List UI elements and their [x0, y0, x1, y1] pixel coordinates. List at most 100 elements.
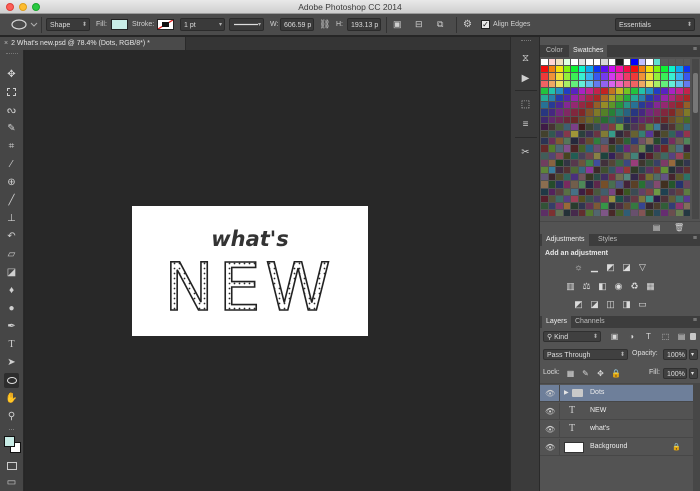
swatch[interactable]: [623, 131, 630, 138]
panel-menu-icon[interactable]: ≡: [693, 235, 697, 242]
swatch[interactable]: [623, 66, 630, 73]
swatch[interactable]: [668, 66, 675, 73]
swatch[interactable]: [578, 109, 585, 116]
swatch[interactable]: [676, 145, 683, 152]
swatch[interactable]: [631, 159, 638, 166]
screen-mode-icon[interactable]: ▭: [4, 475, 19, 490]
move-icon[interactable]: ✥: [4, 67, 19, 82]
swatch[interactable]: [563, 73, 570, 80]
gradient-icon[interactable]: ◪: [4, 265, 19, 280]
document-artboard[interactable]: what's NEW: [132, 206, 368, 336]
swatch[interactable]: [578, 102, 585, 109]
stroke-width-field[interactable]: 1 pt ▾: [180, 18, 225, 31]
swatch[interactable]: [661, 203, 668, 210]
swatch[interactable]: [548, 102, 555, 109]
swatch[interactable]: [556, 210, 563, 217]
swatch[interactable]: [608, 73, 615, 80]
swatch[interactable]: [623, 102, 630, 109]
swatch[interactable]: [593, 174, 600, 181]
swatch[interactable]: [578, 203, 585, 210]
swatch[interactable]: [653, 87, 660, 94]
swatch[interactable]: [608, 210, 615, 217]
swatch[interactable]: [616, 123, 623, 130]
swatch[interactable]: [601, 80, 608, 87]
swatch[interactable]: [631, 188, 638, 195]
tab-channels[interactable]: Channels: [571, 316, 609, 328]
swatch[interactable]: [541, 145, 548, 152]
swatch[interactable]: [616, 138, 623, 145]
fill-swatch[interactable]: [111, 19, 128, 30]
swatch[interactable]: [593, 73, 600, 80]
black-white-icon[interactable]: ◧: [597, 281, 608, 291]
swatch[interactable]: [608, 195, 615, 202]
swatch[interactable]: [646, 188, 653, 195]
swatch[interactable]: [608, 131, 615, 138]
swatch[interactable]: [653, 116, 660, 123]
swatch[interactable]: [661, 195, 668, 202]
swatch[interactable]: [631, 181, 638, 188]
swatch[interactable]: [593, 109, 600, 116]
swatch[interactable]: [586, 87, 593, 94]
hand-icon[interactable]: ✋: [4, 391, 19, 406]
brightness-contrast-icon[interactable]: ☼: [573, 262, 584, 272]
layer-row-background[interactable]: 👁 Background 🔒: [540, 439, 693, 456]
swatch[interactable]: [623, 59, 630, 66]
swatch[interactable]: [623, 159, 630, 166]
swatch[interactable]: [563, 188, 570, 195]
stroke-type-select[interactable]: ▾: [229, 18, 264, 31]
swatch[interactable]: [676, 73, 683, 80]
swatch[interactable]: [676, 138, 683, 145]
swatch[interactable]: [668, 159, 675, 166]
swatch[interactable]: [676, 195, 683, 202]
swatch[interactable]: [571, 210, 578, 217]
swatch[interactable]: [638, 131, 645, 138]
swatch[interactable]: [646, 167, 653, 174]
swatch[interactable]: [586, 174, 593, 181]
tab-color[interactable]: Color: [542, 45, 567, 57]
swatch[interactable]: [586, 210, 593, 217]
swatch[interactable]: [623, 80, 630, 87]
swatch[interactable]: [623, 73, 630, 80]
swatch[interactable]: [541, 109, 548, 116]
swatch[interactable]: [616, 95, 623, 102]
swatch[interactable]: [556, 174, 563, 181]
swatch[interactable]: [683, 95, 690, 102]
swatch[interactable]: [683, 195, 690, 202]
swatch[interactable]: [661, 188, 668, 195]
swatch[interactable]: [683, 102, 690, 109]
swatch[interactable]: [586, 95, 593, 102]
path-operations-icon[interactable]: ▣: [393, 18, 407, 31]
swatch[interactable]: [631, 116, 638, 123]
gradient-map-icon[interactable]: ▭: [637, 299, 648, 309]
swatch[interactable]: [593, 167, 600, 174]
swatch[interactable]: [638, 123, 645, 130]
swatch[interactable]: [661, 181, 668, 188]
swatch[interactable]: [541, 116, 548, 123]
swatch[interactable]: [556, 116, 563, 123]
swatch[interactable]: [541, 167, 548, 174]
swatch[interactable]: [548, 123, 555, 130]
swatch[interactable]: [578, 167, 585, 174]
swatch[interactable]: [571, 109, 578, 116]
swatch[interactable]: [586, 102, 593, 109]
swatch[interactable]: [668, 80, 675, 87]
swatch[interactable]: [668, 109, 675, 116]
swatch[interactable]: [548, 73, 555, 80]
swatch[interactable]: [601, 73, 608, 80]
swatch[interactable]: [541, 181, 548, 188]
swatch[interactable]: [571, 138, 578, 145]
swatch[interactable]: [616, 167, 623, 174]
opacity-field[interactable]: 100%: [663, 349, 687, 360]
swatch[interactable]: [608, 145, 615, 152]
swatch[interactable]: [623, 95, 630, 102]
swatch[interactable]: [593, 59, 600, 66]
filter-type-icon[interactable]: T: [644, 332, 653, 341]
tab-adjustments[interactable]: Adjustments: [542, 234, 589, 246]
swatch[interactable]: [593, 66, 600, 73]
swatch[interactable]: [653, 159, 660, 166]
swatch[interactable]: [601, 203, 608, 210]
swatch[interactable]: [668, 152, 675, 159]
swatch[interactable]: [601, 167, 608, 174]
swatch[interactable]: [586, 138, 593, 145]
filter-pixel-icon[interactable]: ▣: [610, 332, 619, 341]
